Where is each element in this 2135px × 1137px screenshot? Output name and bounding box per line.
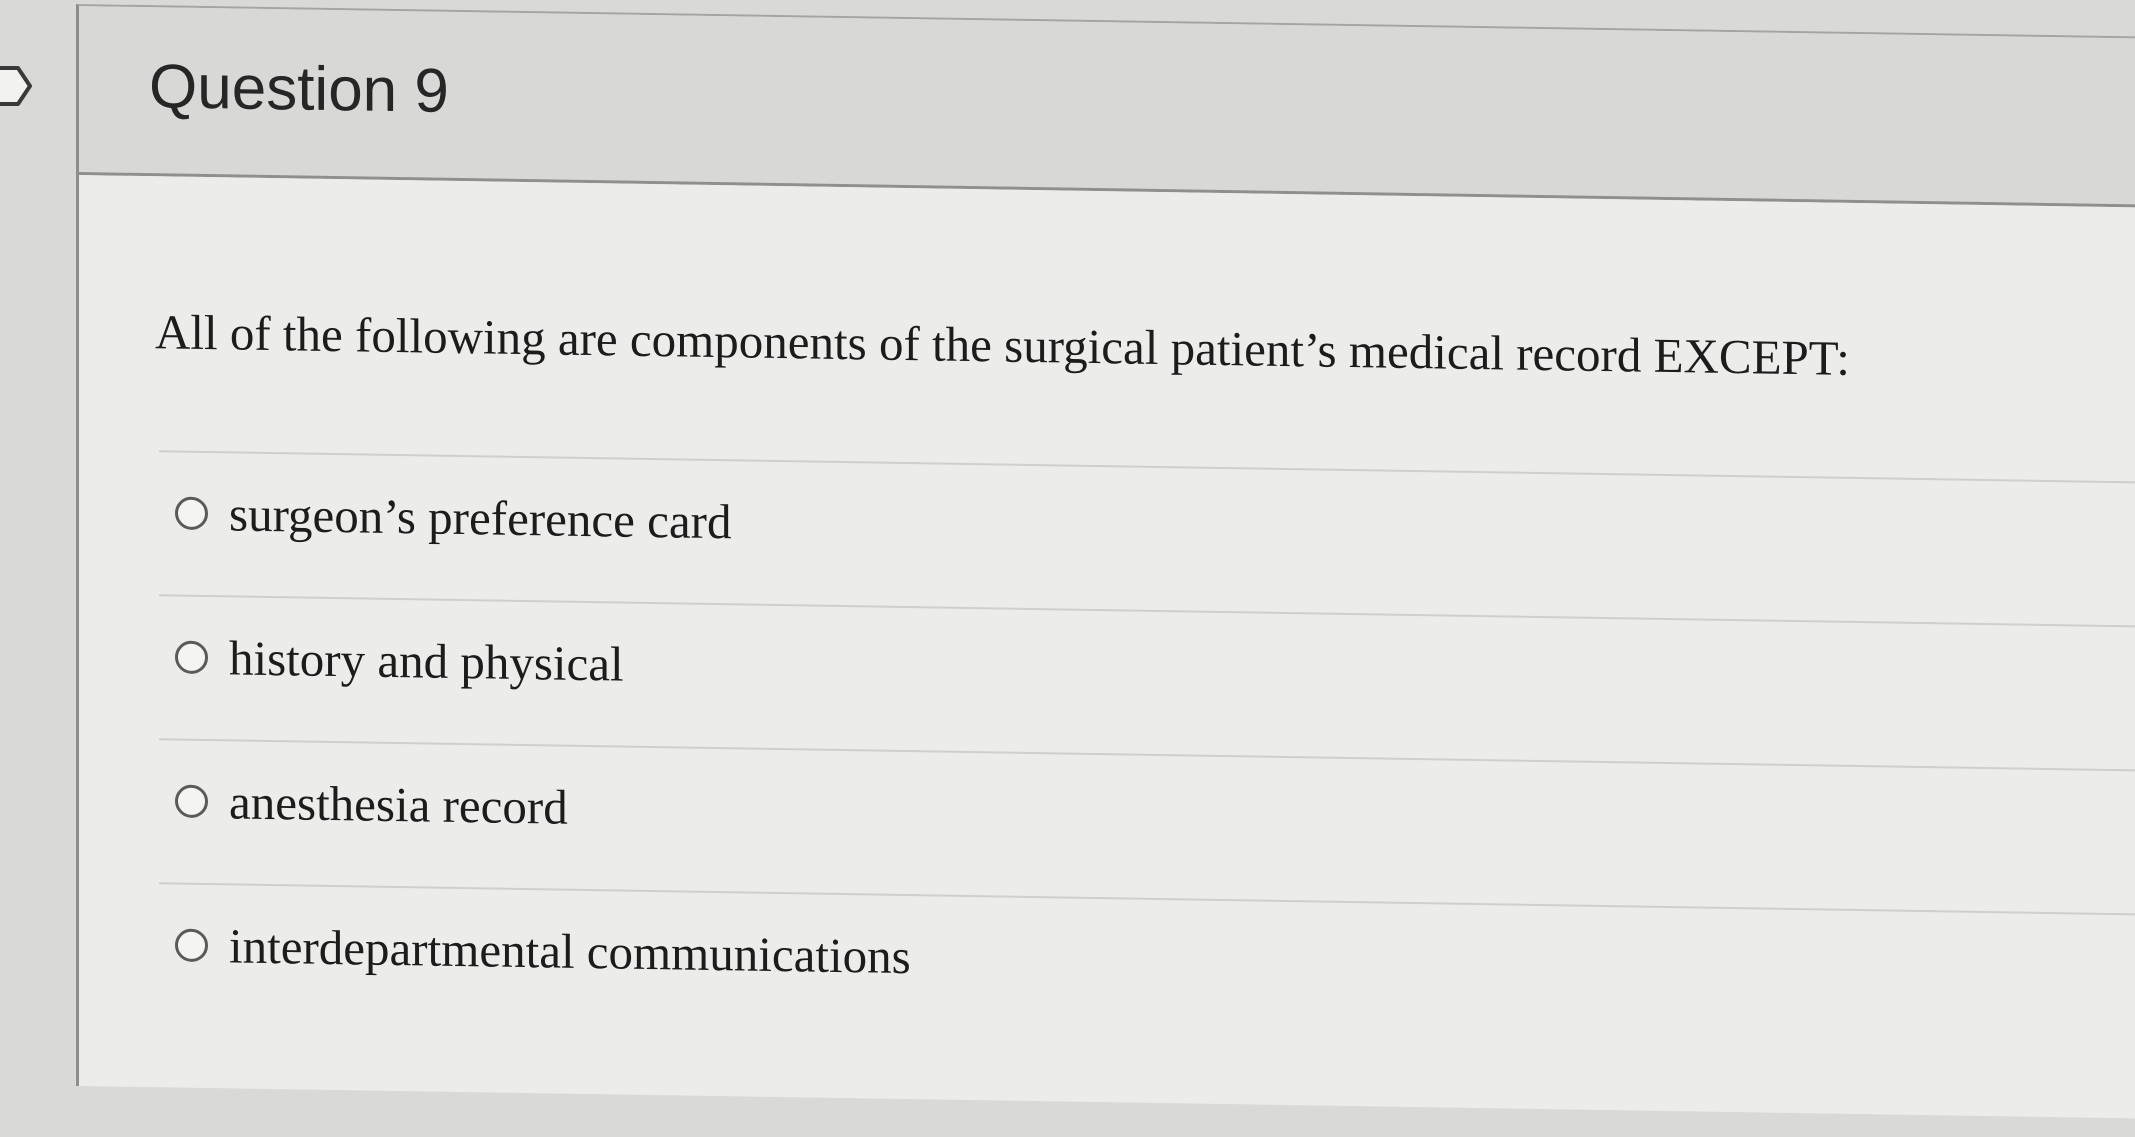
answer-list: surgeon’s preference card history and ph…	[159, 450, 2135, 1059]
answer-label[interactable]: interdepartmental communications	[229, 917, 911, 985]
radio-button[interactable]	[175, 640, 208, 675]
answer-label[interactable]: surgeon’s preference card	[229, 485, 731, 550]
question-body: All of the following are components of t…	[79, 175, 2135, 1120]
radio-button[interactable]	[175, 928, 208, 963]
answer-label[interactable]: history and physical	[229, 629, 624, 692]
question-header: Question 9	[79, 6, 2135, 209]
answer-option[interactable]: interdepartmental communications	[159, 882, 2135, 1059]
answer-label[interactable]: anesthesia record	[229, 773, 568, 835]
question-card: Question 9 All of the following are comp…	[76, 4, 2135, 1120]
question-title: Question 9	[149, 52, 449, 126]
question-prompt: All of the following are components of t…	[155, 304, 1850, 386]
radio-button[interactable]	[175, 784, 208, 819]
radio-button[interactable]	[175, 496, 208, 531]
flag-icon[interactable]	[0, 62, 34, 110]
